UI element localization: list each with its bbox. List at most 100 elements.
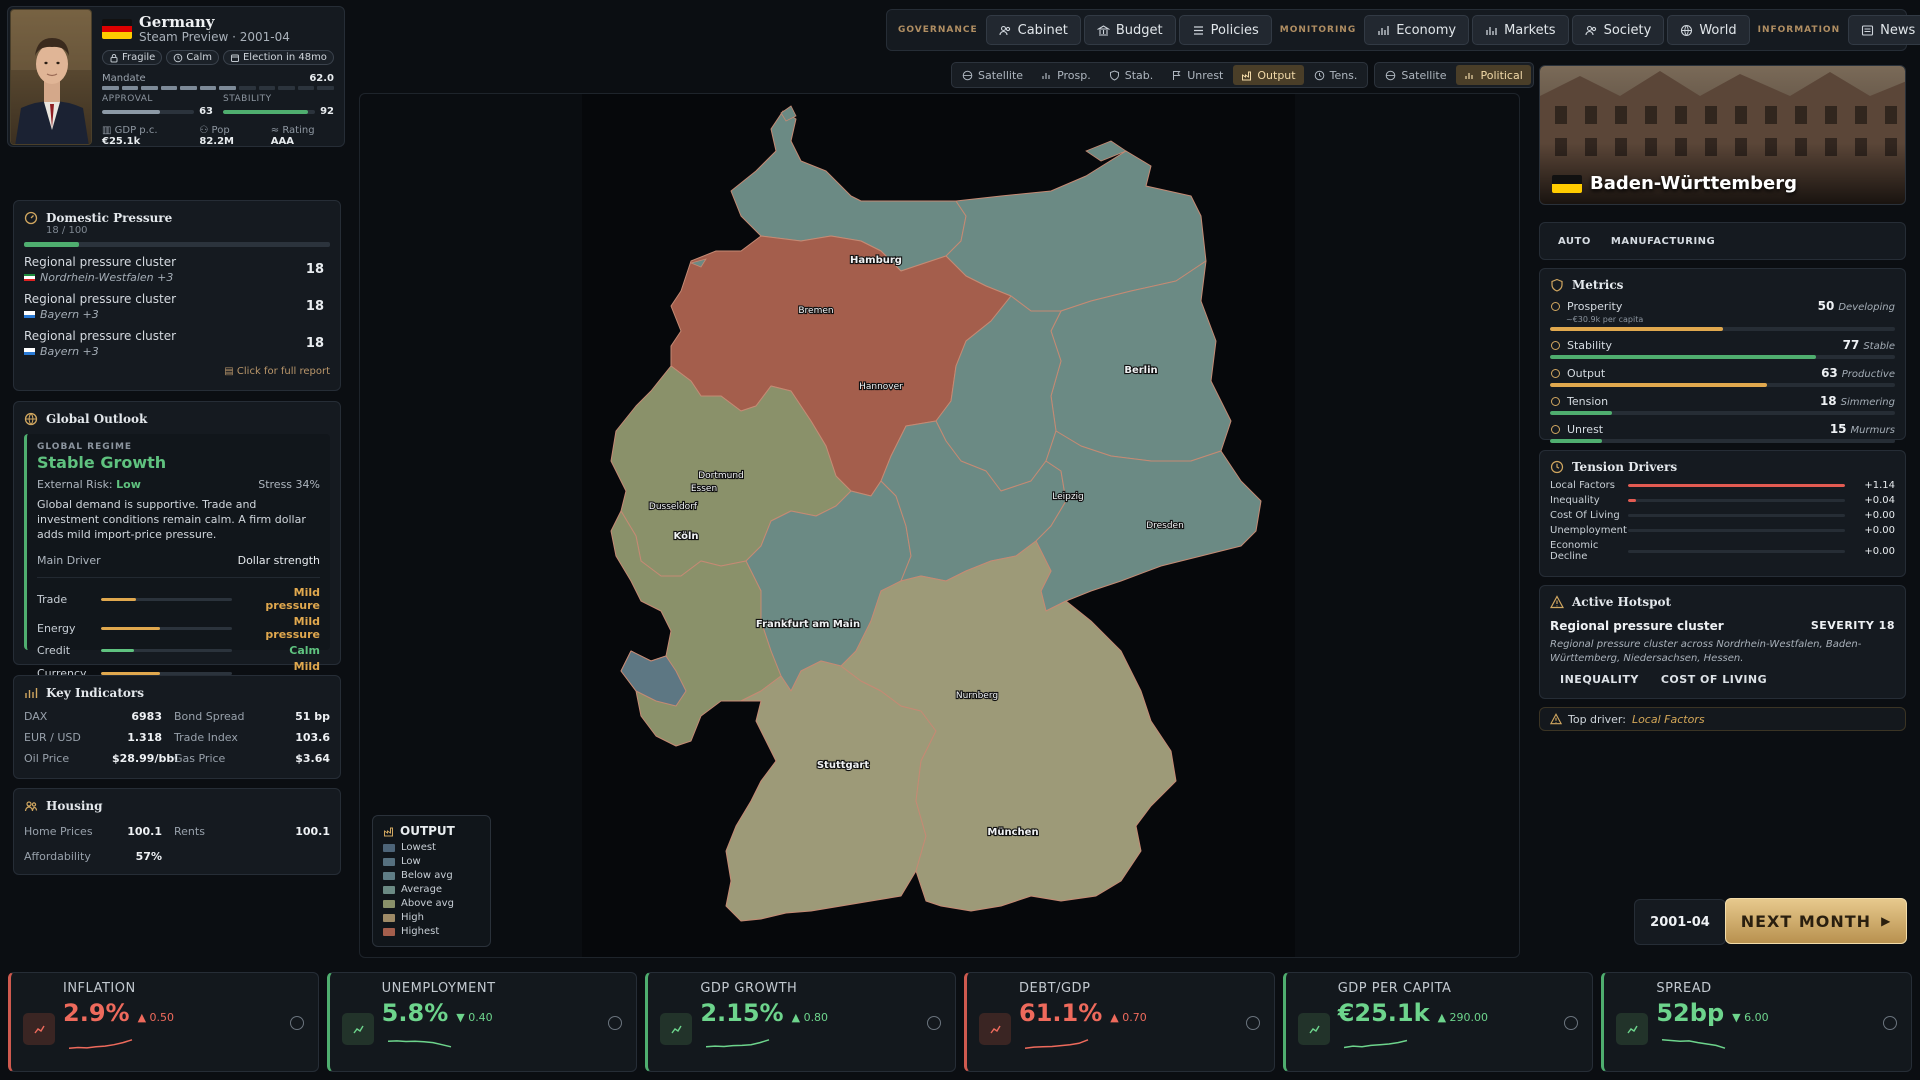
legend-swatch: [383, 843, 395, 852]
kpi-bar: INFLATION 2.9% ▲ 0.50 UNEMPLOYMENT 5.8% ▼ 0.4…: [8, 972, 1913, 1072]
status-chip-fragile[interactable]: Fragile: [102, 50, 163, 65]
cabinet-button[interactable]: Cabinet: [985, 15, 1081, 45]
region-name: Baden-Württemberg: [1590, 173, 1798, 194]
mode-stability[interactable]: Stab.: [1101, 65, 1162, 85]
mode-tension[interactable]: Tens.: [1306, 65, 1366, 85]
city-label: Bremen: [798, 306, 833, 316]
driver-bar: [1628, 549, 1845, 553]
tension-driver-row: Economic Decline +0.00: [1550, 540, 1895, 562]
mandate-segment: [219, 86, 237, 90]
base-satellite[interactable]: Satellite: [1377, 65, 1454, 85]
global-regime-card: GLOBAL REGIME Stable Growth External Ris…: [24, 434, 330, 686]
mode-satellite[interactable]: Satellite: [954, 65, 1031, 85]
kpi-spread[interactable]: SPREAD 52bp ▼ 6.00: [1601, 972, 1913, 1072]
kpi-info-toggle[interactable]: [927, 1016, 942, 1030]
kpi-value: 61.1%: [1019, 999, 1103, 1027]
mode-unrest[interactable]: Unrest: [1163, 65, 1231, 85]
mandate-segment: [199, 86, 217, 90]
country-subtitle: Steam Preview · 2001-04: [139, 30, 290, 44]
full-report-link[interactable]: ▤ Click for full report: [24, 366, 330, 377]
kpi-info-toggle[interactable]: [608, 1016, 623, 1030]
shield-icon: [1551, 340, 1560, 350]
kpi-value: €25.1k: [1337, 999, 1430, 1027]
mandate-segment: [278, 86, 295, 90]
status-chip-calm[interactable]: Calm: [166, 50, 219, 65]
metric-stability: Stability 77 Stable: [1550, 338, 1895, 359]
mode-prosperity[interactable]: Prosp.: [1033, 65, 1099, 85]
legend-swatch: [383, 927, 395, 936]
domestic-pressure-score: 18 / 100: [46, 225, 88, 236]
indicator-value: $3.64: [295, 752, 330, 765]
legend-item: Above avg: [383, 898, 480, 909]
top-navigation: GOVERNANCE Cabinet Budget Policies MONIT…: [886, 9, 1920, 51]
city-label: Hamburg: [850, 255, 902, 266]
next-month-button[interactable]: NEXT MONTH ▶: [1725, 898, 1907, 944]
bar-chart-icon: ▥: [102, 125, 112, 136]
city-label: Köln: [674, 531, 699, 542]
people-icon: [999, 25, 1010, 35]
kpi-inflation[interactable]: INFLATION 2.9% ▲ 0.50: [8, 972, 319, 1072]
bar-chart-icon: [25, 688, 38, 698]
legend-item: Lowest: [383, 842, 480, 853]
mandate-label: Mandate: [102, 73, 146, 84]
kpi-unemployment[interactable]: UNEMPLOYMENT 5.8% ▼ 0.40: [326, 972, 638, 1072]
shield-icon: [1109, 69, 1119, 81]
world-button[interactable]: World: [1667, 15, 1750, 45]
kpi-gdp-per-capita[interactable]: GDP PER CAPITA €25.1k ▲ 290.00: [1282, 972, 1594, 1072]
markets-button[interactable]: Markets: [1472, 15, 1569, 45]
city-label: Hannover: [859, 382, 903, 392]
driver-value: +0.00: [1864, 525, 1895, 536]
city-label: München: [987, 827, 1038, 838]
active-hotspot-panel[interactable]: Active Hotspot Regional pressure cluster…: [1539, 585, 1906, 699]
driver-value: +0.04: [1864, 495, 1895, 506]
kpi-info-toggle[interactable]: [1883, 1016, 1898, 1030]
kpi-debt-gdp[interactable]: DEBT/GDP 61.1% ▲ 0.70: [964, 972, 1275, 1072]
economy-button[interactable]: Economy: [1364, 15, 1470, 45]
metric-bar: [1550, 411, 1895, 415]
rents-value: 100.1: [295, 825, 330, 838]
driver-name: Unemployment: [1550, 525, 1627, 536]
kpi-sparkline: [706, 1039, 770, 1048]
kpi-label: DEBT/GDP: [1019, 981, 1091, 996]
factor-name: Trade: [37, 592, 68, 606]
kpi-delta: ▼ 0.40: [456, 1011, 493, 1024]
kpi-label: INFLATION: [63, 981, 136, 996]
metrics-panel: Metrics Prosperity 50 Developing ~€30.9k pe…: [1539, 268, 1906, 443]
budget-button[interactable]: Budget: [1083, 15, 1176, 45]
news-button[interactable]: News: [1848, 15, 1920, 45]
globe-icon: [1681, 24, 1693, 36]
pressure-cluster-item[interactable]: Regional pressure cluster Nordrhein-West…: [24, 255, 330, 284]
factor-name: Energy: [37, 621, 76, 635]
mandate-segment: [102, 86, 119, 90]
home-prices-value: 100.1: [127, 825, 162, 838]
society-button[interactable]: Society: [1571, 15, 1665, 45]
domestic-pressure-panel[interactable]: Domestic Pressure 18 / 100 Regional pres…: [13, 200, 341, 391]
policies-button[interactable]: Policies: [1178, 15, 1272, 45]
external-risk: External Risk: Low: [37, 478, 141, 491]
tension-driver-row: Local Factors +1.14: [1550, 480, 1895, 491]
germany-map[interactable]: Hamburg Bremen Hannover Berlin Dortmund …: [360, 94, 1520, 958]
map-view[interactable]: Hamburg Bremen Hannover Berlin Dortmund …: [359, 93, 1520, 958]
pressure-cluster-item[interactable]: Regional pressure cluster Bayern +3 18: [24, 329, 330, 358]
country-profile-card[interactable]: Germany Steam Preview · 2001-04 Fragile …: [7, 6, 345, 147]
key-indicators-panel: Key Indicators DAX 6983 Bond Spread 51 b…: [13, 675, 341, 779]
legend-item: Highest: [383, 926, 480, 937]
kpi-info-toggle[interactable]: [1245, 1016, 1260, 1030]
kpi-info-toggle[interactable]: [289, 1016, 304, 1030]
kpi-delta: ▲ 0.50: [137, 1011, 175, 1024]
base-political[interactable]: Political: [1456, 65, 1531, 85]
tension-driver-row: Unemployment +0.00: [1550, 525, 1895, 536]
mode-output[interactable]: Output: [1233, 65, 1304, 85]
indicator-value: 103.6: [295, 731, 330, 744]
affordability-value: 57%: [135, 850, 162, 863]
driver-bar: [1628, 499, 1845, 502]
kpi-gdp-growth[interactable]: GDP GROWTH 2.15% ▲ 0.80: [645, 972, 957, 1072]
bavaria-flag-icon: [24, 311, 35, 318]
metric-unrest: Unrest 15 Murmurs: [1550, 422, 1895, 443]
kpi-delta: ▼ 6.00: [1732, 1011, 1769, 1024]
pressure-cluster-item[interactable]: Regional pressure cluster Bayern +3 18: [24, 292, 330, 321]
kpi-info-toggle[interactable]: [1564, 1016, 1579, 1030]
main-driver-label: Main Driver: [37, 554, 101, 567]
status-chip-election[interactable]: Election in 48mo: [222, 50, 334, 65]
people-icon: [1585, 25, 1596, 35]
